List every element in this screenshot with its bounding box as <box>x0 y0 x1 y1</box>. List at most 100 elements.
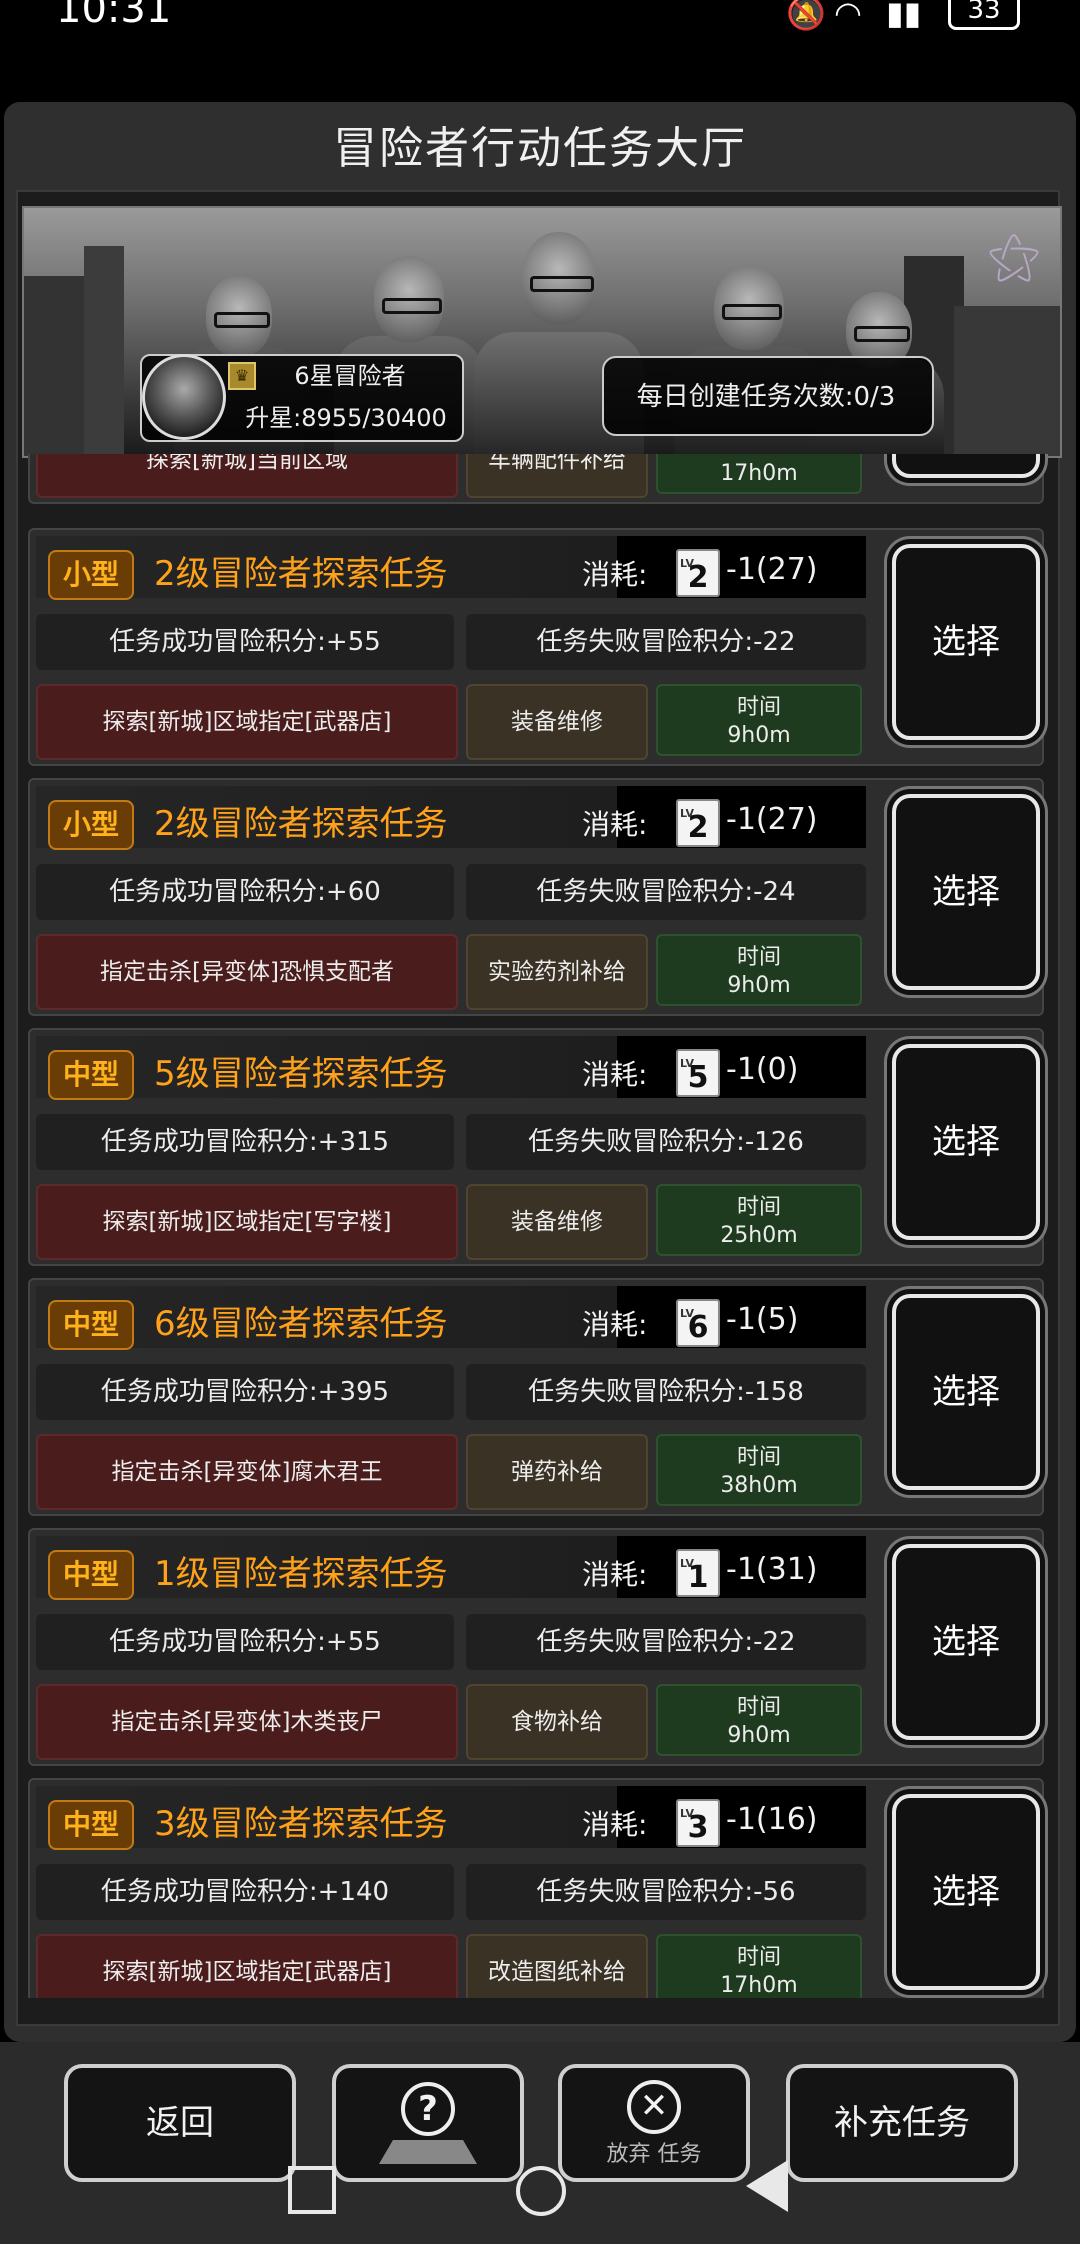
consume-label: 消耗: <box>582 1058 648 1091</box>
mission-card: 中型 1级冒险者探索任务 消耗: 1 -1(31) 任务成功冒险积分:+55 任… <box>28 1528 1044 1766</box>
select-button[interactable]: 选择 <box>892 1794 1040 1990</box>
mission-header: 中型 3级冒险者探索任务 消耗: 3 -1(16) <box>36 1786 866 1850</box>
recents-nav-icon[interactable] <box>288 2166 336 2214</box>
help-button[interactable]: ? <box>332 2064 524 2182</box>
mission-card: 小型 2级冒险者探索任务 消耗: 2 -1(27) 任务成功冒险积分:+60 任… <box>28 778 1044 1016</box>
select-button[interactable]: 选择 <box>892 454 1040 478</box>
time-value: 9h0m <box>727 1723 791 1748</box>
mission-title: 3级冒险者探索任务 <box>154 1804 448 1844</box>
battery-icon: 33 <box>948 0 1020 30</box>
consume-label: 消耗: <box>582 558 648 591</box>
select-button[interactable]: 选择 <box>892 544 1040 740</box>
time-value: 25h0m <box>720 1223 798 1248</box>
success-points: 任务成功冒险积分:+315 <box>36 1114 454 1170</box>
consume-label: 消耗: <box>582 1308 648 1341</box>
select-button[interactable]: 选择 <box>892 1044 1040 1240</box>
mission-title: 6级冒险者探索任务 <box>154 1304 448 1344</box>
select-button[interactable]: 选择 <box>892 1544 1040 1740</box>
time-value: 38h0m <box>720 1473 798 1498</box>
level-ticket-icon: 1 <box>676 1537 720 1597</box>
mission-size-badge: 中型 <box>48 1800 134 1850</box>
mission-reward: 实验药剂补给 <box>466 934 648 1010</box>
mission-header: 中型 6级冒险者探索任务 消耗: 6 -1(5) <box>36 1286 866 1350</box>
crown-icon: ♛ <box>228 362 256 390</box>
success-points: 任务成功冒险积分:+55 <box>36 1614 454 1670</box>
abandon-task-button[interactable]: ✕ 放弃 任务 <box>558 2064 750 2182</box>
consume-value: -1(27) <box>726 552 818 587</box>
fail-points: 任务失败冒险积分:-126 <box>466 1114 866 1170</box>
success-points: 任务成功冒险积分:+140 <box>36 1864 454 1920</box>
abandon-task-label: 放弃 任务 <box>606 2142 702 2167</box>
mission-title: 2级冒险者探索任务 <box>154 554 448 594</box>
mission-header: 中型 1级冒险者探索任务 消耗: 1 -1(31) <box>36 1536 866 1600</box>
mission-card: 小型 2级冒险者探索任务 消耗: 2 -1(27) 任务成功冒险积分:+55 任… <box>28 528 1044 766</box>
mission-reward: 车辆配件补给 <box>466 454 648 498</box>
mission-time: 时间 17h0m <box>656 1934 862 1998</box>
wifi-icon: ◠ <box>834 0 862 32</box>
back-nav-icon[interactable] <box>746 2160 788 2212</box>
fail-points: 任务失败冒险积分:-24 <box>466 864 866 920</box>
time-value: 17h0m <box>720 1973 798 1998</box>
mission-time: 时间 9h0m <box>656 684 862 756</box>
mission-target: 指定击杀[异变体]木类丧尸 <box>36 1684 458 1760</box>
mission-size-badge: 中型 <box>48 1050 134 1100</box>
mission-size-badge: 中型 <box>48 1550 134 1600</box>
time-value: 9h0m <box>727 723 791 748</box>
mission-title: 5级冒险者探索任务 <box>154 1054 448 1094</box>
mission-card: 中型 6级冒险者探索任务 消耗: 6 -1(5) 任务成功冒险积分:+395 任… <box>28 1278 1044 1516</box>
mission-size-badge: 小型 <box>48 550 134 600</box>
level-ticket-icon: 6 <box>676 1287 720 1347</box>
consume-label: 消耗: <box>582 808 648 841</box>
mission-list[interactable]: 探索[新城]当前区域 车辆配件补给 时间 17h0m 选择 小型 2级冒险者探索… <box>24 454 1056 1998</box>
mission-target: 探索[新城]区域指定[武器店] <box>36 684 458 760</box>
time-label: 时间 <box>736 1445 781 1470</box>
level-ticket-icon: 3 <box>676 1787 720 1847</box>
time-label: 时间 <box>736 1945 781 1970</box>
mission-card: 探索[新城]当前区域 车辆配件补给 时间 17h0m 选择 <box>28 454 1044 504</box>
back-button[interactable]: 返回 <box>64 2064 296 2182</box>
mission-reward: 弹药补给 <box>466 1434 648 1510</box>
mission-header: 小型 2级冒险者探索任务 消耗: 2 -1(27) <box>36 786 866 850</box>
daily-count: 每日创建任务次数:0/3 <box>636 382 896 412</box>
consume-label: 消耗: <box>582 1558 648 1591</box>
time-label: 时间 <box>736 695 781 720</box>
mission-target: 探索[新城]区域指定[武器店] <box>36 1934 458 1998</box>
supplement-task-button[interactable]: 补充任务 <box>786 2064 1018 2182</box>
help-icon: ? <box>401 2082 455 2136</box>
mission-time: 时间 25h0m <box>656 1184 862 1256</box>
time-label: 时间 <box>736 1695 781 1720</box>
mission-time: 时间 9h0m <box>656 1684 862 1756</box>
level-ticket-icon: 2 <box>676 787 720 847</box>
rank-name: 6星冒险者 <box>294 362 406 390</box>
time-value: 17h0m <box>720 461 798 486</box>
consume-value: -1(27) <box>726 802 818 837</box>
time-label: 时间 <box>736 1195 781 1220</box>
page-title: 冒险者行动任务大厅 <box>333 123 747 174</box>
consume-value: -1(5) <box>726 1302 799 1337</box>
mission-time: 时间 17h0m <box>656 454 862 494</box>
mission-target: 探索[新城]当前区域 <box>36 454 458 498</box>
mission-time: 时间 9h0m <box>656 934 862 1006</box>
fail-points: 任务失败冒险积分:-22 <box>466 614 866 670</box>
close-icon: ✕ <box>627 2080 681 2134</box>
select-button[interactable]: 选择 <box>892 1294 1040 1490</box>
level-ticket-icon: 2 <box>676 537 720 597</box>
time-value: 9h0m <box>727 973 791 998</box>
mission-reward: 食物补给 <box>466 1684 648 1760</box>
mission-size-badge: 小型 <box>48 800 134 850</box>
mission-size-badge: 中型 <box>48 1300 134 1350</box>
consume-value: -1(0) <box>726 1052 799 1087</box>
emblem-icon: ⚝ <box>987 224 1041 287</box>
mission-title: 1级冒险者探索任务 <box>154 1554 448 1594</box>
success-points: 任务成功冒险积分:+55 <box>36 614 454 670</box>
level-ticket-icon: 5 <box>676 1037 720 1097</box>
home-nav-icon[interactable] <box>516 2166 566 2216</box>
signal-icon: ▮▮ <box>886 0 922 32</box>
avatar <box>142 354 226 440</box>
mission-header: 中型 5级冒险者探索任务 消耗: 5 -1(0) <box>36 1036 866 1100</box>
rank-progress: 升星:8955/30400 <box>245 404 447 432</box>
fail-points: 任务失败冒险积分:-56 <box>466 1864 866 1920</box>
status-time: 10:31 <box>56 0 172 32</box>
mission-target: 指定击杀[异变体]恐惧支配者 <box>36 934 458 1010</box>
select-button[interactable]: 选择 <box>892 794 1040 990</box>
